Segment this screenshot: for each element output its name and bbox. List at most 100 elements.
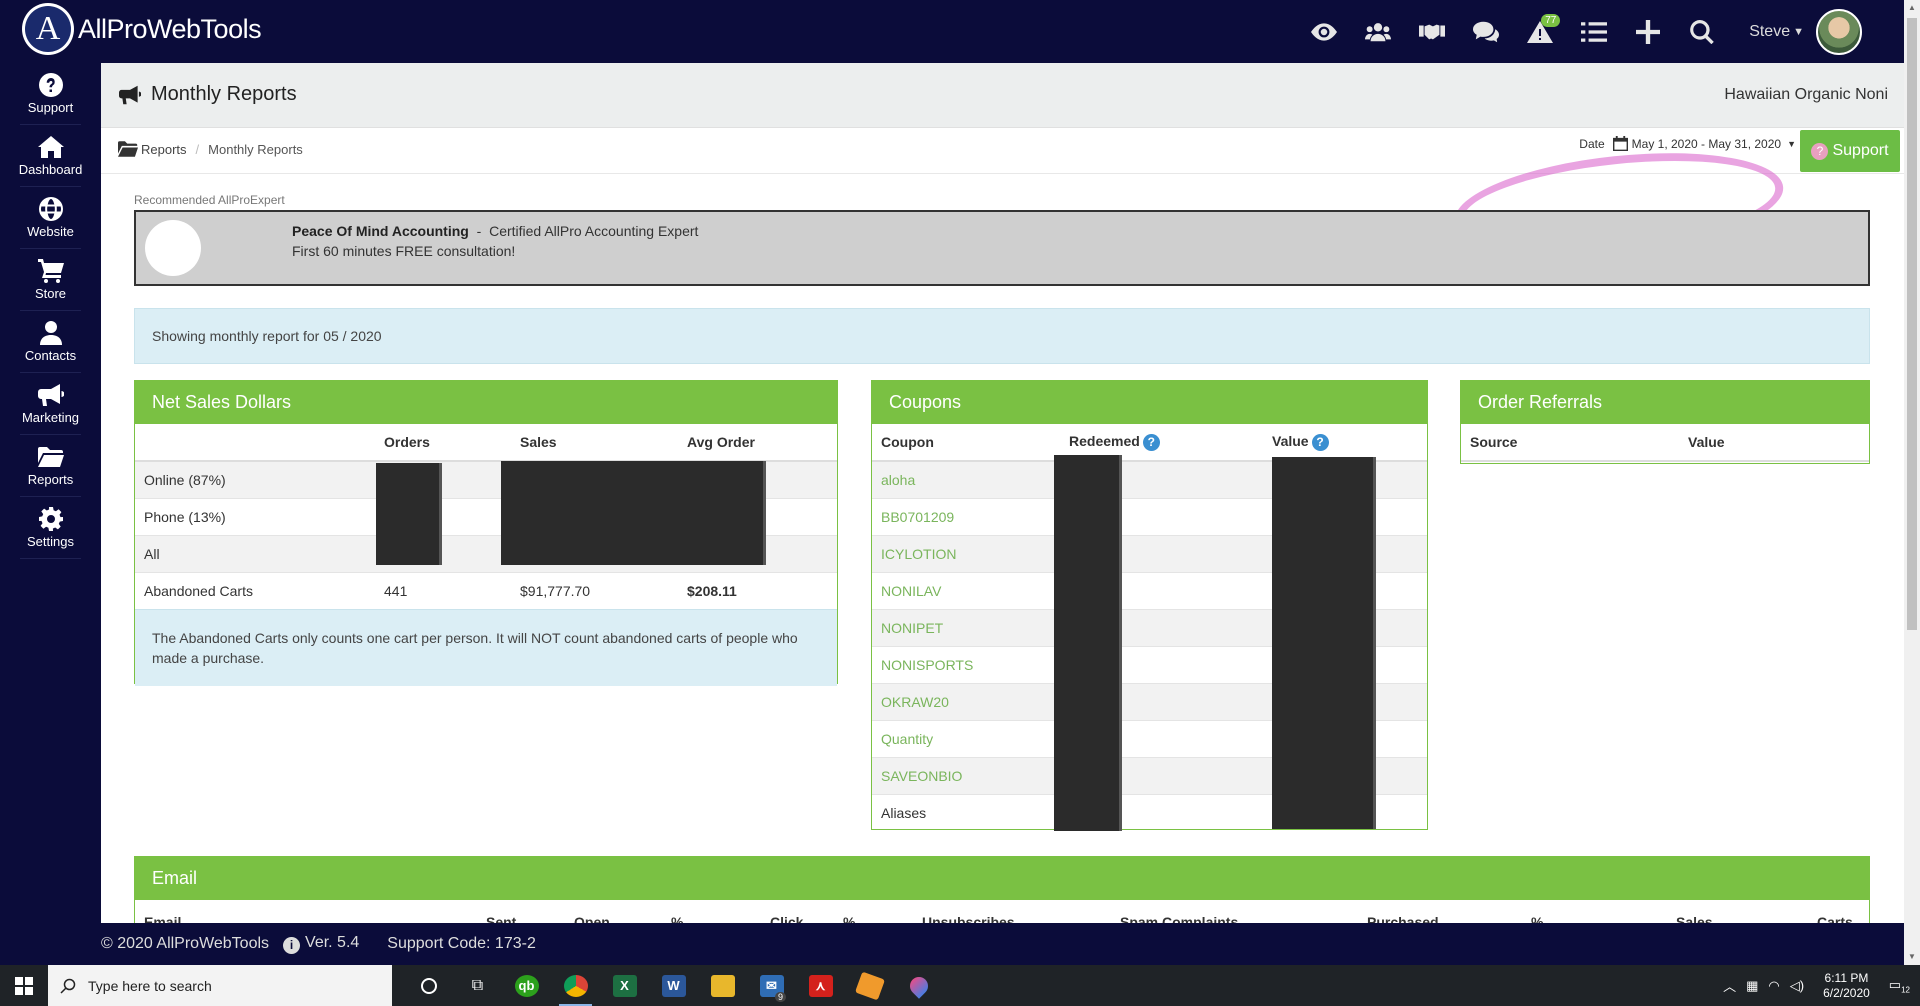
handshake-icon[interactable] (1405, 0, 1459, 63)
alert-icon[interactable]: 77 (1513, 0, 1567, 63)
panel-title: Coupons (872, 381, 1427, 424)
logo-icon: A (22, 3, 74, 55)
footer: © 2020 AllProWebTools i Ver. 5.4 Support … (101, 923, 1904, 965)
wifi-icon[interactable]: ◠ (1768, 978, 1779, 994)
recommended-expert-card[interactable]: Peace Of Mind Accounting - Certified All… (134, 210, 1870, 286)
coupon-link[interactable]: BB0701209 (872, 497, 1060, 535)
sidebar-item-label: Dashboard (18, 161, 83, 177)
column-header: Source (1461, 424, 1679, 462)
help-icon[interactable]: ? (1142, 433, 1160, 451)
excel-icon[interactable]: X (600, 965, 649, 1006)
quickbooks-icon[interactable]: qb (502, 965, 551, 1006)
coupons-panel: Coupons Coupon Redeemed? Value? aloha BB… (871, 380, 1428, 831)
coupon-link[interactable]: NONILAV (872, 571, 1060, 609)
sidebar-item-reports[interactable]: Reports (20, 435, 81, 497)
windows-taskbar: Type here to search ⧉ qb X W ✉ 9 ⋏ ︿ ▦ ◠ … (0, 965, 1920, 1006)
chevron-down-icon: ▼ (1787, 138, 1796, 149)
coupon-link[interactable]: aloha (872, 460, 1060, 498)
sidebar-item-marketing[interactable]: Marketing (20, 373, 81, 435)
page-title: Monthly Reports (119, 83, 297, 106)
column-header: Open (574, 914, 610, 923)
volume-icon[interactable]: ◁) (1790, 978, 1804, 994)
redaction-block (1054, 455, 1122, 831)
column-header: % (843, 914, 856, 923)
email-table-header: Email Sent Open % Click % Unsubscribes S… (135, 900, 1869, 923)
file-explorer-icon[interactable] (698, 965, 747, 1006)
coupon-link[interactable]: ICYLOTION (872, 534, 1060, 572)
net-sales-panel: Net Sales Dollars Orders Sales Avg Order… (134, 380, 838, 686)
redaction-block (376, 463, 442, 565)
coupon-link[interactable]: OKRAW20 (872, 682, 1060, 720)
app-logo[interactable]: A AllProWebTools (22, 3, 262, 55)
notification-icon[interactable]: ▭12 (1889, 977, 1910, 995)
search-icon (60, 978, 76, 994)
drop-app-icon[interactable] (894, 965, 943, 1006)
start-button[interactable] (0, 965, 48, 1006)
breadcrumb-reports[interactable]: Reports (141, 142, 187, 157)
scroll-thumb[interactable] (1907, 18, 1917, 630)
eye-icon[interactable] (1297, 0, 1351, 63)
column-header: Unsubscribes (922, 914, 1015, 923)
users-icon[interactable] (1351, 0, 1405, 63)
support-button[interactable]: ? Support (1800, 130, 1900, 172)
acrobat-icon[interactable]: ⋏ (796, 965, 845, 1006)
word-icon[interactable]: W (649, 965, 698, 1006)
user-menu[interactable]: Steve ▼ (1749, 8, 1862, 55)
coupon-link[interactable]: Quantity (872, 719, 1060, 757)
plus-icon[interactable] (1621, 0, 1675, 63)
search-placeholder: Type here to search (88, 977, 212, 994)
redaction-block (501, 461, 766, 565)
folder-icon (37, 446, 64, 467)
table-row: Abandoned Carts 441 $91,777.70 $208.11 (135, 571, 837, 609)
column-header: Value? (1263, 424, 1427, 462)
breadcrumb-separator: / (195, 141, 200, 157)
chrome-icon[interactable] (551, 965, 600, 1006)
page-scrollbar[interactable]: ▲ ▼ (1904, 0, 1920, 965)
sidebar-item-store[interactable]: Store (20, 249, 81, 311)
column-header: Coupon (872, 424, 1060, 462)
sidebar-item-label: Support (27, 99, 74, 115)
coupon-label: Aliases (872, 793, 1060, 831)
sidebar: Support Dashboard Website Store Contacts… (0, 63, 101, 923)
help-icon[interactable]: ? (1311, 433, 1329, 451)
sidebar-item-label: Settings (27, 533, 74, 549)
megaphone-icon (37, 383, 64, 406)
sidebar-item-label: Contacts (24, 347, 77, 363)
date-label: Date (1579, 136, 1605, 151)
gear-icon (38, 506, 63, 531)
sidebar-item-label: Reports (27, 471, 74, 487)
scroll-up-arrow-icon[interactable]: ▲ (1904, 0, 1920, 16)
coupon-link[interactable]: NONISPORTS (872, 645, 1060, 683)
cortana-icon[interactable] (404, 965, 453, 1006)
expert-logo (145, 220, 201, 276)
task-view-icon[interactable]: ⧉ (453, 965, 502, 1006)
search-icon[interactable] (1675, 0, 1729, 63)
breadcrumb: Reports / Monthly Reports (118, 141, 303, 157)
scroll-down-arrow-icon[interactable]: ▼ (1904, 949, 1920, 965)
info-icon: i (283, 937, 301, 954)
taskbar-search-box[interactable]: Type here to search (48, 965, 392, 1006)
clock[interactable]: 6:11 PM 6/2/2020 (1823, 971, 1870, 1001)
sidebar-item-support[interactable]: Support (20, 63, 81, 125)
avatar[interactable] (1816, 8, 1862, 55)
question-circle-icon (38, 72, 63, 97)
sidebar-item-dashboard[interactable]: Dashboard (18, 125, 83, 187)
sublime-icon[interactable] (845, 965, 894, 1006)
sidebar-item-settings[interactable]: Settings (20, 497, 81, 559)
coupon-link[interactable]: NONIPET (872, 608, 1060, 646)
breadcrumb-current: Monthly Reports (208, 141, 303, 157)
chevron-up-icon[interactable]: ︿ (1723, 976, 1736, 995)
sidebar-item-contacts[interactable]: Contacts (20, 311, 81, 373)
coupon-link[interactable]: SAVEONBIO (872, 756, 1060, 794)
folder-open-icon (118, 141, 138, 157)
column-header: Avg Order (678, 424, 837, 462)
sidebar-item-website[interactable]: Website (20, 187, 81, 249)
network-icon[interactable]: ▦ (1746, 978, 1758, 994)
sidebar-item-label: Website (27, 223, 74, 239)
tasks-icon[interactable] (1567, 0, 1621, 63)
mail-icon[interactable]: ✉ 9 (747, 965, 796, 1006)
top-navbar: A AllProWebTools 77 Steve ▼ (0, 0, 1904, 63)
chat-icon[interactable] (1459, 0, 1513, 63)
date-range-picker[interactable]: Date May 1, 2020 - May 31, 2020 ▼ (1579, 136, 1796, 151)
date-range-value: May 1, 2020 - May 31, 2020 (1631, 136, 1782, 151)
